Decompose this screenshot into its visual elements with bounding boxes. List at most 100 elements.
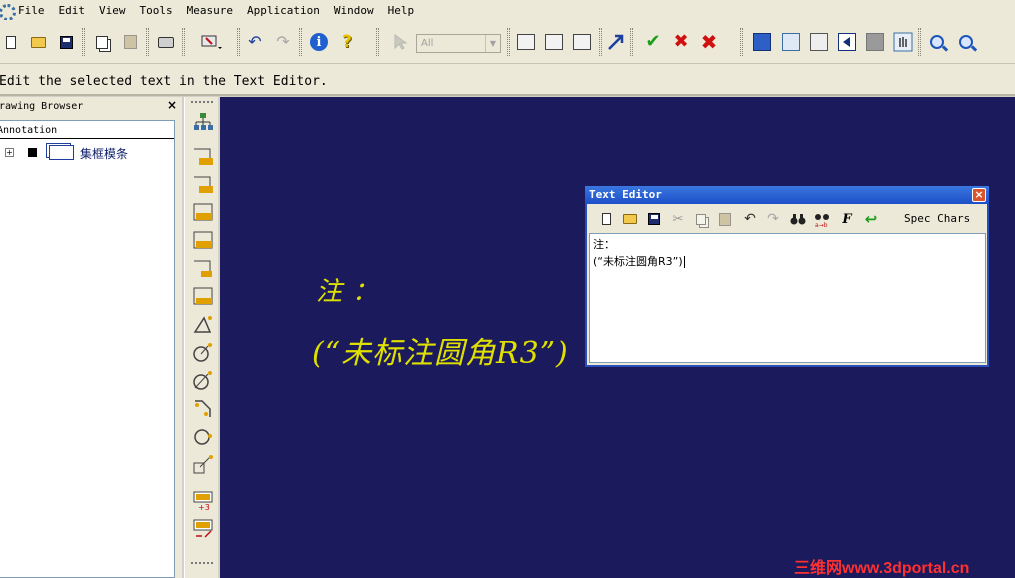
- palette-tool-hierarchy[interactable]: [192, 111, 214, 133]
- palette-tool-tolerance-1[interactable]: +3: [192, 489, 214, 512]
- save-button[interactable]: [55, 31, 77, 53]
- palette-tool-tolerance-2[interactable]: [192, 517, 214, 539]
- tree-section-label: Annotation: [0, 125, 58, 136]
- undo-button[interactable]: ↶: [244, 31, 266, 53]
- main-toolbar: ↶ ↷ i ? All ▼ ✔ ✖ ✖: [0, 20, 1015, 64]
- pan-button[interactable]: [892, 31, 914, 53]
- open-button[interactable]: [27, 31, 49, 53]
- editor-paste-button[interactable]: [716, 210, 734, 228]
- editor-text-line-1: 注：: [593, 238, 615, 251]
- copy-button[interactable]: [91, 31, 113, 53]
- text-editor-title-bar[interactable]: Text Editor: [585, 186, 989, 204]
- palette-grip[interactable]: [191, 562, 213, 564]
- redo-icon: ↷: [767, 211, 779, 227]
- editor-cut-button[interactable]: ✂: [669, 210, 687, 228]
- app-gear-icon[interactable]: [0, 3, 16, 21]
- close-icon[interactable]: ×: [166, 99, 178, 111]
- view-tool-button-3[interactable]: [571, 31, 593, 53]
- palette-tool-dimension-5[interactable]: [192, 257, 214, 279]
- palette-tool-dimension-6[interactable]: [192, 285, 214, 307]
- close-icon[interactable]: ×: [972, 188, 986, 202]
- select-pointer-button[interactable]: [390, 31, 412, 53]
- pan-hand-icon: [893, 32, 913, 52]
- redo-icon: ↷: [276, 32, 290, 51]
- editor-open-button[interactable]: [621, 210, 639, 228]
- palette-tool-dimension-4[interactable]: [192, 229, 214, 251]
- view-tool-button-1[interactable]: [515, 31, 537, 53]
- editor-text-line-2: (“未标注圆角R3”): [593, 255, 683, 268]
- drawing-browser-tree[interactable]: Annotation + 集框模条: [0, 120, 175, 578]
- redraw-button[interactable]: [808, 31, 830, 53]
- palette-tool-chamfer[interactable]: [192, 397, 214, 419]
- palette-tool-diameter[interactable]: [192, 369, 214, 391]
- cancel-button[interactable]: ✖: [670, 31, 692, 53]
- prompt-bar: Edit the selected text in the Text Edito…: [0, 64, 1015, 96]
- selection-filter-combo[interactable]: All ▼: [416, 34, 501, 53]
- menu-application[interactable]: Application: [247, 4, 320, 17]
- editor-replace-button[interactable]: a→b: [813, 210, 831, 228]
- menu-tools[interactable]: Tools: [140, 4, 173, 17]
- palette-tool-dimension-3[interactable]: [192, 201, 214, 223]
- paste-icon: [719, 212, 731, 226]
- redo-button[interactable]: ↷: [272, 31, 294, 53]
- move-button[interactable]: [605, 31, 627, 53]
- menu-edit[interactable]: Edit: [59, 4, 86, 17]
- editor-font-button[interactable]: F: [838, 210, 856, 228]
- spec-chars-button[interactable]: Spec Chars: [904, 212, 970, 225]
- new-button[interactable]: [0, 31, 22, 53]
- printer-icon: [158, 36, 174, 48]
- menu-view[interactable]: View: [99, 4, 126, 17]
- new-document-icon: [6, 35, 16, 49]
- new-document-icon: [601, 213, 611, 225]
- print-button[interactable]: [155, 31, 177, 53]
- view-add-icon: [545, 34, 563, 50]
- menu-measure[interactable]: Measure: [187, 4, 233, 17]
- help-button[interactable]: ?: [336, 31, 358, 53]
- palette-tool-angle[interactable]: [192, 313, 214, 335]
- chevron-down-icon[interactable]: ▼: [485, 35, 500, 52]
- enter-arrow-icon: ↩: [864, 210, 878, 228]
- zoom-in-button[interactable]: [926, 31, 948, 53]
- tolerance-icon: [193, 519, 213, 538]
- editor-undo-button[interactable]: ↶: [741, 210, 759, 228]
- drawing-note-line-1[interactable]: 注：: [316, 271, 388, 308]
- cancel-all-button[interactable]: ✖: [698, 31, 720, 53]
- accept-button[interactable]: ✔: [642, 31, 664, 53]
- palette-grip[interactable]: [191, 101, 213, 103]
- editor-save-button[interactable]: [645, 210, 663, 228]
- editor-find-button[interactable]: [789, 210, 807, 228]
- undo-icon: ↶: [744, 211, 756, 227]
- palette-tool-dimension-1[interactable]: [192, 145, 214, 167]
- zoom-all-button[interactable]: [751, 31, 773, 53]
- toolbar-separator: [599, 28, 602, 56]
- shade-button[interactable]: [864, 31, 886, 53]
- menu-help[interactable]: Help: [388, 4, 415, 17]
- expand-plus-icon[interactable]: +: [5, 148, 14, 157]
- editor-new-button[interactable]: [597, 210, 615, 228]
- hierarchy-icon: [194, 113, 213, 130]
- editor-redo-button[interactable]: ↷: [764, 210, 782, 228]
- editor-insert-button[interactable]: ↩: [862, 210, 880, 228]
- view-tool-button-2[interactable]: [543, 31, 565, 53]
- info-button[interactable]: i: [308, 31, 330, 53]
- text-editor-textarea[interactable]: 注： (“未标注圆角R3”): [589, 233, 986, 363]
- svg-text:+3: +3: [198, 503, 210, 511]
- palette-tool-dimension-2[interactable]: [192, 173, 214, 195]
- palette-tool-radius[interactable]: [192, 341, 214, 363]
- previous-view-button[interactable]: [836, 31, 858, 53]
- paste-button[interactable]: [119, 31, 141, 53]
- zoom-out-button[interactable]: [955, 31, 977, 53]
- menu-window[interactable]: Window: [334, 4, 374, 17]
- options-dropdown-button[interactable]: [193, 31, 229, 53]
- menu-file[interactable]: File: [18, 4, 45, 17]
- editor-copy-button[interactable]: [692, 210, 710, 228]
- dimension-icon: [194, 176, 213, 193]
- tree-item[interactable]: + 集框模条: [0, 143, 174, 161]
- prompt-message: Edit the selected text in the Text Edito…: [0, 74, 328, 89]
- palette-tool-leader[interactable]: [192, 453, 214, 475]
- zoom-all-icon: [753, 33, 771, 51]
- drawing-note-line-2[interactable]: (“未标注圆角R3”): [312, 328, 569, 372]
- palette-tool-hole[interactable]: [192, 425, 214, 447]
- toolbar-separator: [918, 28, 921, 56]
- zoom-window-button[interactable]: [780, 31, 802, 53]
